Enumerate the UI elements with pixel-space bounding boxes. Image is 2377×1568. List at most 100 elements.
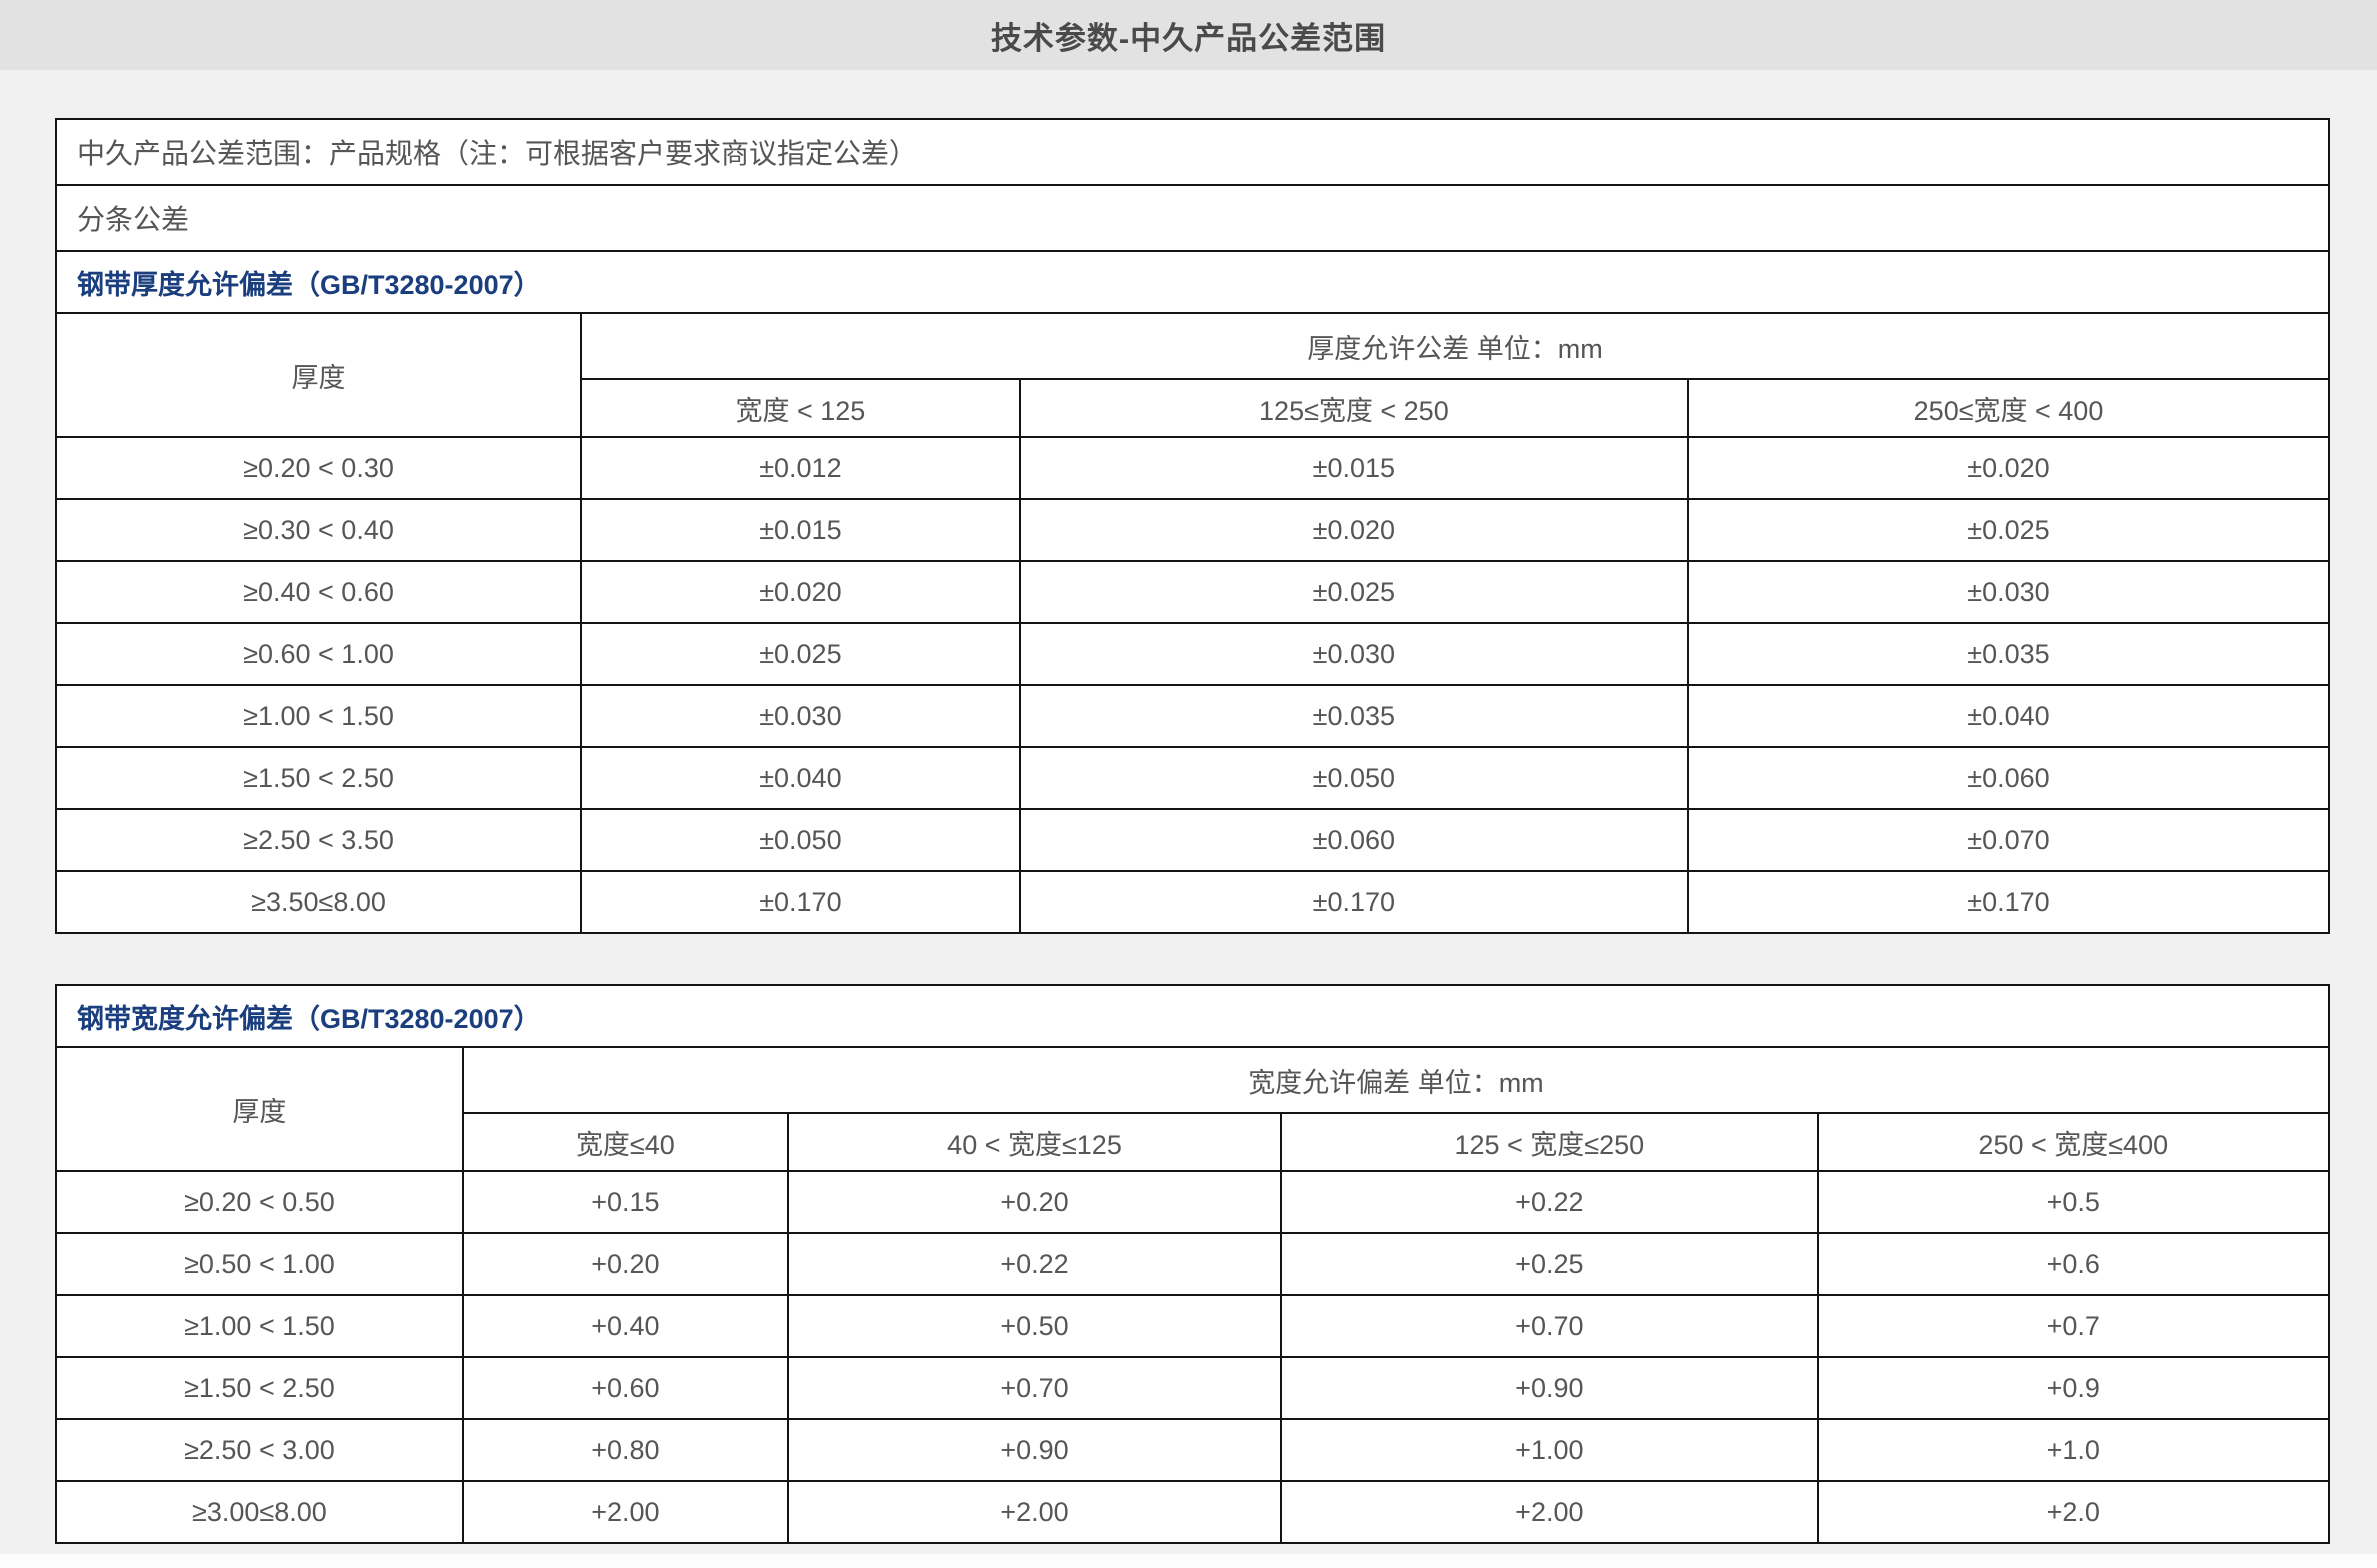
thickness-range-cell: ≥0.20 < 0.50	[56, 1171, 463, 1233]
thickness-range-cell: ≥1.00 < 1.50	[56, 685, 581, 747]
tolerance-value-cell: ±0.020	[1688, 437, 2329, 499]
table-row: ≥2.50 < 3.00+0.80+0.90+1.00+1.0	[56, 1419, 2329, 1481]
thickness-unit-header: 厚度允许公差 单位：mm	[581, 313, 2329, 379]
tolerance-value-cell: +0.20	[463, 1233, 788, 1295]
tolerance-value-cell: +2.00	[1281, 1481, 1817, 1543]
tolerance-value-cell: +0.50	[788, 1295, 1281, 1357]
width-range-header: 宽度≤40	[463, 1113, 788, 1171]
tolerance-value-cell: +2.0	[1818, 1481, 2329, 1543]
tolerance-value-cell: ±0.170	[1020, 871, 1688, 933]
tolerance-value-cell: ±0.170	[1688, 871, 2329, 933]
tolerance-value-cell: ±0.040	[581, 747, 1020, 809]
thickness-range-cell: ≥2.50 < 3.50	[56, 809, 581, 871]
tolerance-value-cell: +1.0	[1818, 1419, 2329, 1481]
width-range-header: 125≤宽度 < 250	[1020, 379, 1688, 437]
tolerance-value-cell: ±0.060	[1020, 809, 1688, 871]
thickness-range-cell: ≥0.30 < 0.40	[56, 499, 581, 561]
tolerance-value-cell: +0.90	[1281, 1357, 1817, 1419]
tolerance-value-cell: +1.00	[1281, 1419, 1817, 1481]
tolerance-value-cell: +0.60	[463, 1357, 788, 1419]
width-range-header: 250≤宽度 < 400	[1688, 379, 2329, 437]
tolerance-value-cell: ±0.030	[1020, 623, 1688, 685]
table-row: ≥1.50 < 2.50+0.60+0.70+0.90+0.9	[56, 1357, 2329, 1419]
table-gap	[55, 934, 2330, 984]
tolerance-value-cell: ±0.025	[581, 623, 1020, 685]
page-bottom-strip	[0, 1554, 2377, 1568]
tolerance-value-cell: +0.15	[463, 1171, 788, 1233]
page-content: 中久产品公差范围：产品规格（注：可根据客户要求商议指定公差） 分条公差 钢带厚度…	[0, 70, 2377, 1544]
tolerance-value-cell: ±0.035	[1020, 685, 1688, 747]
table-row: ≥0.30 < 0.40±0.015±0.020±0.025	[56, 499, 2329, 561]
product-spec-note: 中久产品公差范围：产品规格（注：可根据客户要求商议指定公差）	[56, 119, 2329, 185]
table-row: ≥3.00≤8.00+2.00+2.00+2.00+2.0	[56, 1481, 2329, 1543]
thickness-tolerance-table: 中久产品公差范围：产品规格（注：可根据客户要求商议指定公差） 分条公差 钢带厚度…	[55, 118, 2330, 934]
width-range-header: 250 < 宽度≤400	[1818, 1113, 2329, 1171]
width-range-header: 125 < 宽度≤250	[1281, 1113, 1817, 1171]
tolerance-value-cell: +0.22	[788, 1233, 1281, 1295]
tolerance-value-cell: +0.5	[1818, 1171, 2329, 1233]
thickness-range-cell: ≥1.00 < 1.50	[56, 1295, 463, 1357]
table-row: 厚度 厚度允许公差 单位：mm	[56, 313, 2329, 379]
thickness-range-cell: ≥0.60 < 1.00	[56, 623, 581, 685]
tolerance-value-cell: ±0.015	[1020, 437, 1688, 499]
thickness-table-body: ≥0.20 < 0.30±0.012±0.015±0.020≥0.30 < 0.…	[56, 437, 2329, 933]
width-range-header: 宽度 < 125	[581, 379, 1020, 437]
thickness-range-cell: ≥3.50≤8.00	[56, 871, 581, 933]
thickness-range-cell: ≥1.50 < 2.50	[56, 747, 581, 809]
table-row: ≥1.50 < 2.50±0.040±0.050±0.060	[56, 747, 2329, 809]
width-table-body: ≥0.20 < 0.50+0.15+0.20+0.22+0.5≥0.50 < 1…	[56, 1171, 2329, 1543]
tolerance-value-cell: ±0.012	[581, 437, 1020, 499]
table-row: ≥0.20 < 0.30±0.012±0.015±0.020	[56, 437, 2329, 499]
tolerance-value-cell: ±0.060	[1688, 747, 2329, 809]
tolerance-value-cell: +0.6	[1818, 1233, 2329, 1295]
width-unit-header: 宽度允许偏差 单位：mm	[463, 1047, 2329, 1113]
tolerance-value-cell: +0.40	[463, 1295, 788, 1357]
tolerance-value-cell: +0.90	[788, 1419, 1281, 1481]
tolerance-value-cell: ±0.020	[1020, 499, 1688, 561]
thickness-range-cell: ≥0.50 < 1.00	[56, 1233, 463, 1295]
tolerance-value-cell: +0.70	[1281, 1295, 1817, 1357]
tolerance-value-cell: ±0.030	[1688, 561, 2329, 623]
table-row: ≥1.00 < 1.50+0.40+0.50+0.70+0.7	[56, 1295, 2329, 1357]
tolerance-value-cell: ±0.020	[581, 561, 1020, 623]
page-title: 技术参数-中久产品公差范围	[991, 13, 1386, 58]
tolerance-value-cell: ±0.035	[1688, 623, 2329, 685]
table-row: ≥0.50 < 1.00+0.20+0.22+0.25+0.6	[56, 1233, 2329, 1295]
tolerance-value-cell: ±0.030	[581, 685, 1020, 747]
tolerance-value-cell: ±0.025	[1688, 499, 2329, 561]
table-row: 钢带厚度允许偏差（GB/T3280-2007）	[56, 251, 2329, 313]
table-row: 厚度 宽度允许偏差 单位：mm	[56, 1047, 2329, 1113]
tolerance-value-cell: +0.20	[788, 1171, 1281, 1233]
tolerance-value-cell: +0.80	[463, 1419, 788, 1481]
table-row: ≥3.50≤8.00±0.170±0.170±0.170	[56, 871, 2329, 933]
tolerance-value-cell: +2.00	[463, 1481, 788, 1543]
table-row: ≥1.00 < 1.50±0.030±0.035±0.040	[56, 685, 2329, 747]
thickness-range-cell: ≥0.20 < 0.30	[56, 437, 581, 499]
tolerance-value-cell: +0.9	[1818, 1357, 2329, 1419]
page-title-bar: 技术参数-中久产品公差范围	[0, 0, 2377, 70]
width-tolerance-table: 钢带宽度允许偏差（GB/T3280-2007） 厚度 宽度允许偏差 单位：mm …	[55, 984, 2330, 1544]
tolerance-value-cell: ±0.070	[1688, 809, 2329, 871]
tolerance-value-cell: ±0.025	[1020, 561, 1688, 623]
tolerance-value-cell: +2.00	[788, 1481, 1281, 1543]
tolerance-value-cell: +0.22	[1281, 1171, 1817, 1233]
width-range-header: 40 < 宽度≤125	[788, 1113, 1281, 1171]
slitting-tolerance-label: 分条公差	[56, 185, 2329, 251]
tolerance-value-cell: ±0.050	[1020, 747, 1688, 809]
table-row: ≥2.50 < 3.50±0.050±0.060±0.070	[56, 809, 2329, 871]
width-table-title: 钢带宽度允许偏差（GB/T3280-2007）	[56, 985, 2329, 1047]
table-row: 钢带宽度允许偏差（GB/T3280-2007）	[56, 985, 2329, 1047]
table-row: ≥0.20 < 0.50+0.15+0.20+0.22+0.5	[56, 1171, 2329, 1233]
table-row: 中久产品公差范围：产品规格（注：可根据客户要求商议指定公差）	[56, 119, 2329, 185]
tolerance-value-cell: +0.25	[1281, 1233, 1817, 1295]
table-row: 分条公差	[56, 185, 2329, 251]
thickness-column-header: 厚度	[56, 1047, 463, 1171]
table-row: ≥0.60 < 1.00±0.025±0.030±0.035	[56, 623, 2329, 685]
thickness-range-cell: ≥3.00≤8.00	[56, 1481, 463, 1543]
thickness-column-header: 厚度	[56, 313, 581, 437]
thickness-range-cell: ≥2.50 < 3.00	[56, 1419, 463, 1481]
tolerance-value-cell: +0.7	[1818, 1295, 2329, 1357]
tolerance-value-cell: ±0.050	[581, 809, 1020, 871]
tolerance-value-cell: ±0.015	[581, 499, 1020, 561]
table-row: ≥0.40 < 0.60±0.020±0.025±0.030	[56, 561, 2329, 623]
